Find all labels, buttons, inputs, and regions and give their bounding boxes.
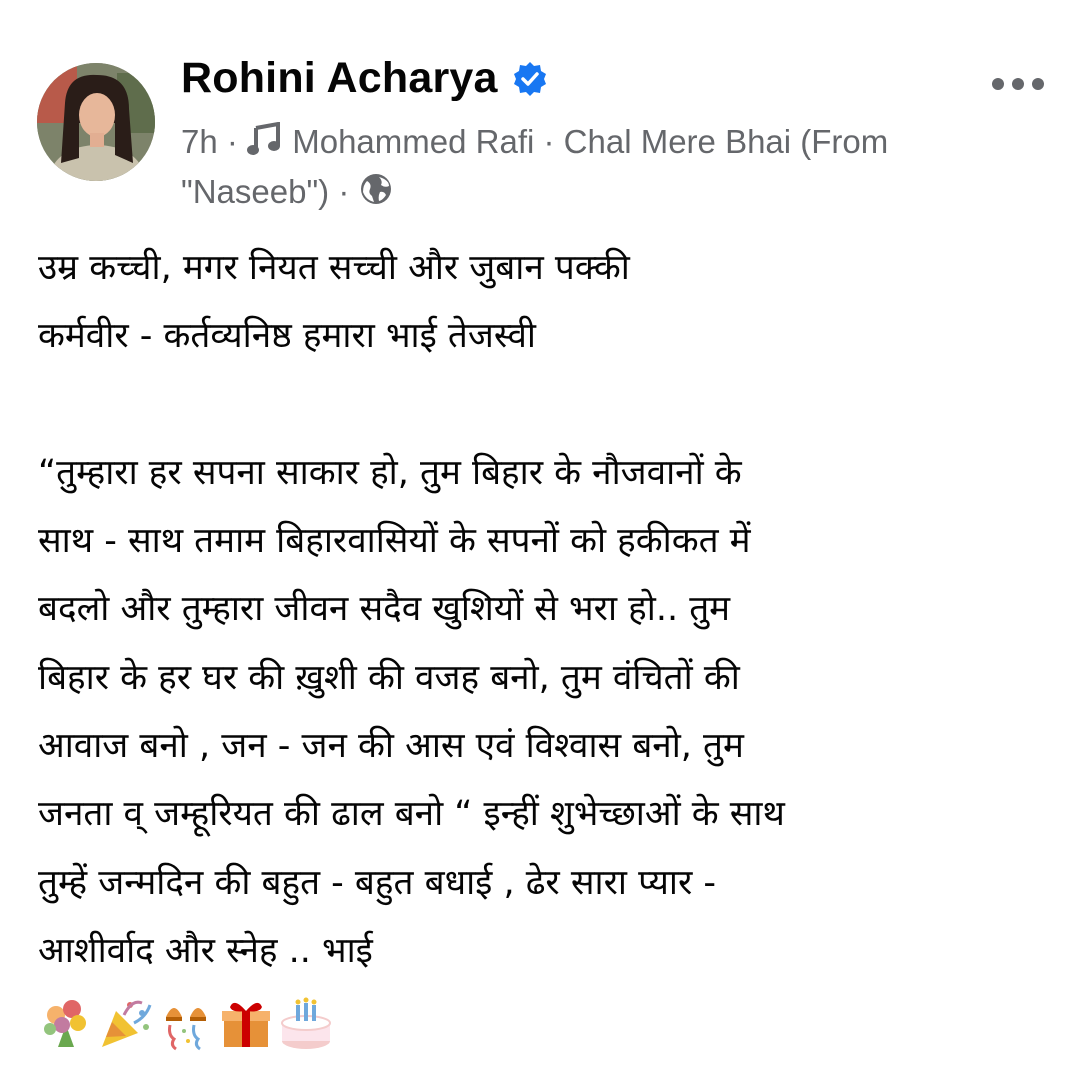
author-name-row: Rohini Acharya	[181, 54, 548, 103]
confetti-ball-icon	[158, 995, 214, 1051]
birthday-cake-icon	[278, 995, 334, 1051]
meta-separator: ·	[338, 172, 350, 210]
music-artist[interactable]: Mohammed Rafi	[292, 123, 534, 160]
bouquet-icon	[38, 995, 94, 1051]
post-meta: 7h · Mohammed Rafi · Chal Mere Bhai (Fro…	[181, 118, 1001, 218]
meta-separator: ·	[226, 123, 238, 160]
meta-separator: ·	[543, 123, 555, 160]
more-options-icon[interactable]	[990, 72, 1050, 96]
party-popper-icon	[98, 995, 154, 1051]
post-text: उम्र कच्ची, मगर नियत सच्ची और जुबान पक्क…	[38, 248, 785, 971]
gift-icon	[218, 995, 274, 1051]
emoji-row	[38, 995, 334, 1051]
music-song[interactable]: Chal Mere Bhai (From "Naseeb")	[181, 123, 888, 210]
music-note-icon	[247, 121, 283, 168]
verified-badge-icon	[512, 61, 548, 97]
author-name[interactable]: Rohini Acharya	[181, 54, 498, 103]
globe-icon[interactable]	[359, 171, 393, 218]
post-time[interactable]: 7h	[181, 123, 218, 160]
author-avatar[interactable]	[37, 63, 155, 181]
avatar-image	[37, 63, 155, 181]
